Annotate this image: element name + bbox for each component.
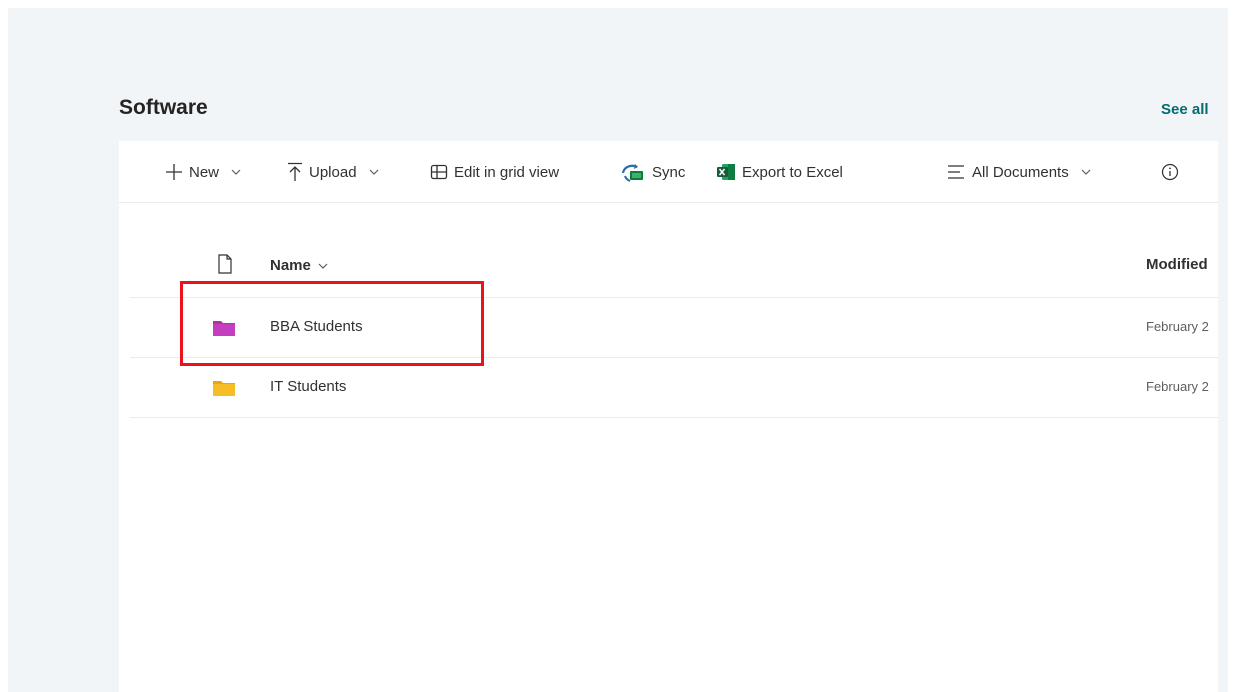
sync-icon: [621, 164, 643, 182]
modified-column-header[interactable]: Modified: [1146, 256, 1218, 273]
chevron-down-icon: [231, 169, 241, 175]
folder-name[interactable]: BBA Students: [270, 318, 363, 335]
edit-grid-view-button[interactable]: Edit in grid view: [430, 159, 559, 185]
command-bar: New Upload Edit in grid view Sync Export…: [119, 141, 1218, 203]
list-header: Name Modified: [130, 237, 1218, 298]
document-library-panel: New Upload Edit in grid view Sync Export…: [119, 141, 1218, 692]
chevron-down-icon: [369, 169, 378, 175]
sync-button-label: Sync: [652, 163, 686, 181]
info-button[interactable]: [1161, 159, 1179, 185]
plus-icon: [166, 164, 182, 180]
name-column-header[interactable]: Name: [270, 257, 328, 274]
modified-column-label: Modified: [1146, 256, 1208, 273]
folder-icon: [213, 381, 235, 396]
info-icon: [1161, 163, 1179, 181]
list-item[interactable]: IT Students February 2: [130, 358, 1218, 418]
modified-date: February 2: [1146, 379, 1209, 394]
view-lines-icon: [948, 165, 964, 179]
upload-icon: [288, 162, 302, 181]
name-column-label: Name: [270, 257, 311, 274]
list-item[interactable]: BBA Students February 2: [130, 298, 1218, 358]
see-all-link[interactable]: See all: [1161, 101, 1209, 118]
folder-icon: [213, 321, 235, 336]
chevron-down-icon: [318, 263, 328, 269]
folder-name[interactable]: IT Students: [270, 378, 346, 395]
chevron-down-icon: [1081, 169, 1091, 175]
sync-button[interactable]: Sync: [620, 159, 685, 185]
section-title: Software: [119, 96, 208, 119]
upload-button[interactable]: Upload: [287, 159, 379, 185]
view-selector[interactable]: All Documents: [946, 159, 1091, 185]
excel-icon: [717, 164, 735, 180]
grid-icon: [430, 164, 448, 180]
modified-date: February 2: [1146, 319, 1209, 334]
edit-grid-view-label: Edit in grid view: [454, 163, 560, 181]
new-button[interactable]: New: [165, 159, 241, 185]
upload-button-label: Upload: [309, 163, 357, 181]
file-type-icon: [218, 254, 232, 274]
export-to-excel-label: Export to Excel: [742, 163, 843, 181]
export-to-excel-button[interactable]: Export to Excel: [716, 159, 843, 185]
view-selector-label: All Documents: [972, 163, 1069, 181]
new-button-label: New: [189, 163, 220, 181]
